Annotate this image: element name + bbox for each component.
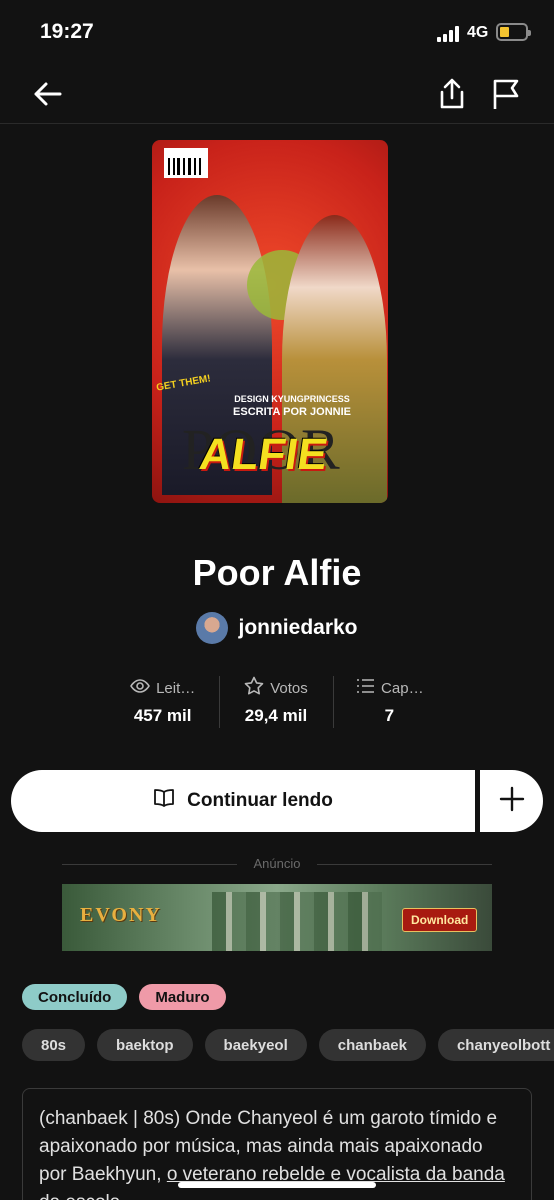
stat-label: Cap… bbox=[381, 679, 424, 697]
arrow-left-icon[interactable] bbox=[30, 76, 66, 112]
signal-icon bbox=[437, 26, 463, 42]
tag-chip[interactable]: baekyeol bbox=[204, 1029, 307, 1061]
continue-reading-label: Continuar lendo bbox=[187, 790, 333, 811]
stat-value: 29,4 mil bbox=[244, 706, 308, 725]
add-to-library-button[interactable] bbox=[480, 770, 543, 832]
ad-logo: EVONY bbox=[80, 904, 162, 926]
author-name[interactable]: jonniedarko bbox=[238, 616, 357, 640]
home-indicator[interactable] bbox=[178, 1182, 376, 1188]
author-row[interactable]: jonniedarko bbox=[0, 612, 554, 644]
story-title: Poor Alfie bbox=[192, 552, 362, 593]
list-icon bbox=[355, 676, 375, 700]
status-time: 19:27 bbox=[40, 20, 94, 43]
flag-icon[interactable] bbox=[488, 76, 524, 112]
book-cover[interactable]: GET THEM! DESIGN KYUNGPRINCESS ESCRITA P… bbox=[152, 140, 388, 503]
battery-icon bbox=[496, 23, 531, 41]
stat-value: 457 mil bbox=[133, 706, 192, 725]
stat-label: Votos bbox=[270, 679, 308, 697]
top-nav-bar bbox=[0, 64, 554, 124]
tag-chip[interactable]: baektop bbox=[97, 1029, 193, 1061]
story-stats: Leit… 457 mil Votos 29,4 mil Cap… 7 bbox=[106, 676, 446, 728]
ad-label: Anúncio bbox=[62, 856, 492, 871]
ad-artwork bbox=[212, 892, 382, 951]
stat-value: 7 bbox=[384, 706, 395, 725]
tag-list: 80s baektop baekyeol chanbaek chanyeolbo… bbox=[22, 1029, 554, 1061]
continue-reading-button[interactable]: Continuar lendo bbox=[11, 770, 475, 832]
stat-reads: Leit… 457 mil bbox=[106, 676, 219, 728]
eye-icon bbox=[130, 676, 150, 700]
stat-label: Leit… bbox=[156, 679, 196, 697]
completed-badge: Concluído bbox=[22, 984, 128, 1010]
tag-chip[interactable]: chanbaek bbox=[318, 1029, 426, 1061]
cover-design-credit: DESIGN KYUNGPRINCESS bbox=[234, 394, 350, 404]
plus-icon bbox=[499, 786, 525, 817]
tag-chip[interactable]: chanyeolbott bbox=[437, 1029, 554, 1061]
story-status-tags: Concluído Maduro bbox=[22, 984, 226, 1010]
stat-parts: Cap… 7 bbox=[332, 676, 446, 728]
ad-download-button[interactable]: Download bbox=[402, 908, 478, 932]
barcode bbox=[164, 148, 208, 178]
network-type: 4G bbox=[467, 24, 489, 41]
book-open-icon bbox=[153, 787, 175, 815]
star-icon bbox=[244, 676, 264, 700]
status-bar: 19:27 4G bbox=[0, 0, 554, 64]
cover-title-alfie: ALFIE bbox=[196, 430, 331, 479]
mature-badge: Maduro bbox=[139, 984, 226, 1010]
tag-chip[interactable]: 80s bbox=[22, 1029, 86, 1061]
ad-banner[interactable]: EVONY Download bbox=[62, 884, 492, 951]
share-icon[interactable] bbox=[434, 76, 470, 112]
stat-votes: Votos 29,4 mil bbox=[219, 676, 332, 728]
avatar[interactable] bbox=[196, 612, 229, 644]
